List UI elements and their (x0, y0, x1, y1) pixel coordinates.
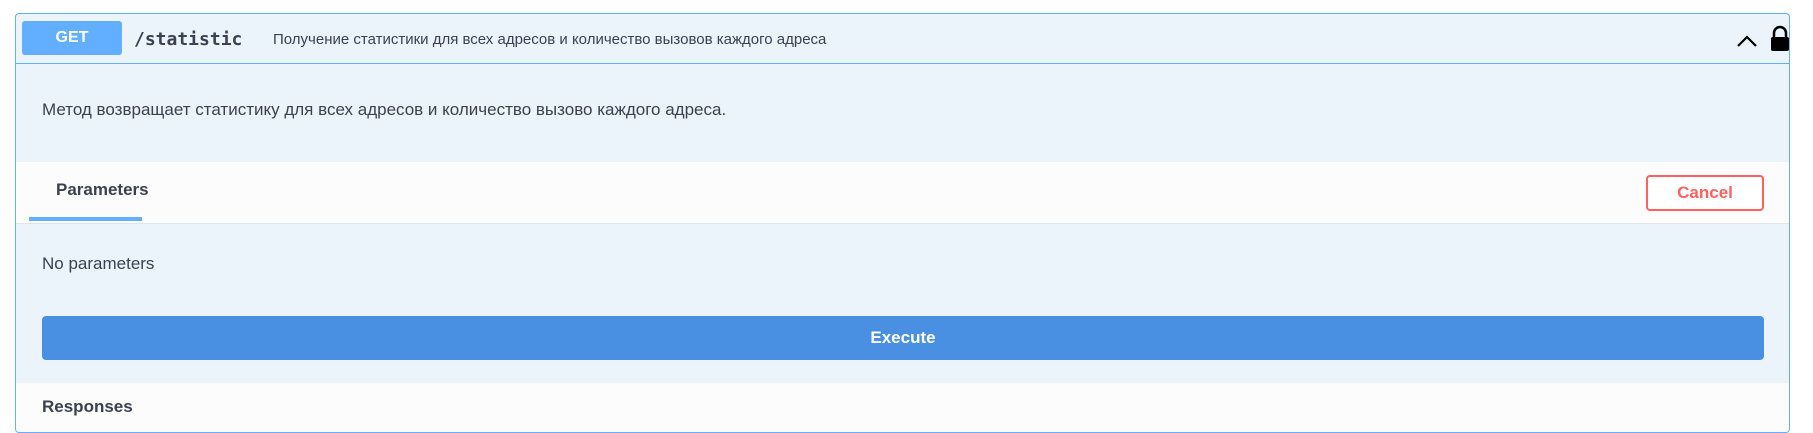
tab-parameters-label: Parameters (56, 180, 149, 199)
operation-description: Метод возвращает статистику для всех адр… (42, 100, 727, 119)
cancel-button[interactable]: Cancel (1646, 175, 1764, 211)
parameters-header: Parameters Cancel (16, 162, 1789, 224)
tab-parameters[interactable]: Parameters (29, 162, 155, 224)
chevron-up-icon[interactable] (1732, 28, 1762, 52)
tab-active-underline (29, 217, 142, 221)
operation-block-get-statistic: GET /statistic Получение статистики для … (15, 13, 1790, 433)
operation-summary[interactable]: GET /statistic Получение статистики для … (16, 14, 1789, 64)
method-badge: GET (22, 21, 122, 55)
operation-summary-text: Получение статистики для всех адресов и … (273, 30, 827, 48)
responses-title: Responses (42, 397, 133, 416)
execute-button[interactable]: Execute (42, 316, 1764, 360)
operation-path: /statistic (134, 28, 243, 50)
responses-header: Responses (16, 383, 1789, 432)
no-parameters-text: No parameters (42, 254, 155, 273)
lock-icon[interactable] (1767, 25, 1789, 53)
